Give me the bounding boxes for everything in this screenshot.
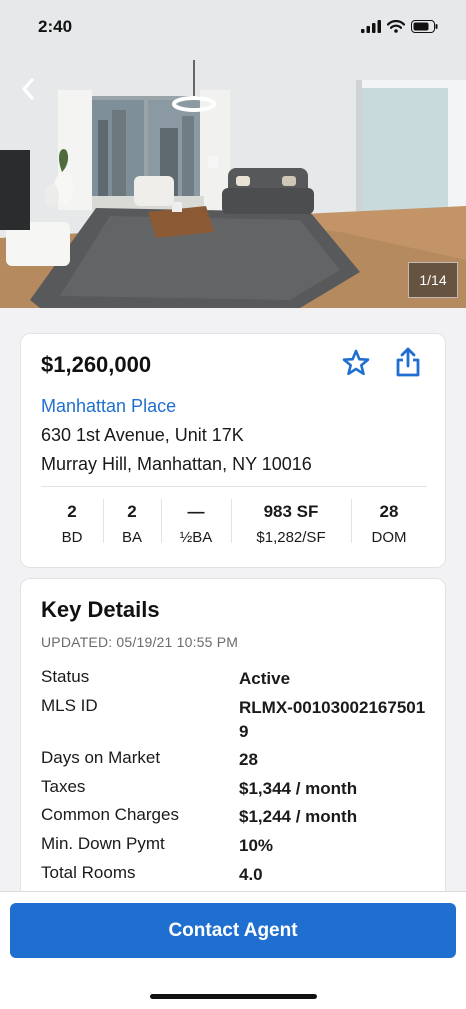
address-line-1: 630 1st Avenue, Unit 17K — [41, 425, 244, 445]
home-indicator[interactable] — [150, 994, 317, 999]
back-chevron-icon — [22, 78, 34, 100]
wifi-icon — [387, 20, 405, 33]
listing-price: $1,260,000 — [41, 352, 152, 377]
stat-half-baths: — ½BA — [161, 487, 231, 550]
detail-key: MLS ID — [41, 696, 98, 715]
stat-label: BD — [61, 529, 83, 546]
address-line-2: Murray Hill, Manhattan, NY 10016 — [41, 454, 312, 474]
building-name-link[interactable]: Manhattan Place — [41, 396, 176, 417]
updated-timestamp: UPDATED: 05/19/21 10:55 PM — [41, 634, 239, 650]
status-time: 2:40 — [38, 17, 73, 36]
back-button[interactable] — [14, 74, 44, 104]
share-button[interactable] — [393, 346, 423, 378]
stat-value: 983 SF — [263, 502, 319, 521]
star-outline-icon — [342, 349, 370, 376]
detail-value: 4.0 — [239, 865, 263, 884]
detail-value: RLMX-001030021675019 — [239, 698, 426, 741]
stat-square-feet: 983 SF $1,282/SF — [231, 487, 351, 550]
detail-value: 28 — [239, 750, 258, 769]
save-favorite-button[interactable] — [341, 348, 371, 378]
listing-photo[interactable]: 2:40 1/14 — [0, 0, 466, 308]
key-details-card: Key Details UPDATED: 05/19/21 10:55 PM S… — [20, 578, 446, 918]
status-icons — [361, 20, 438, 33]
detail-key: Days on Market — [41, 748, 161, 767]
detail-key: Taxes — [41, 777, 86, 796]
stat-value: 28 — [379, 502, 399, 521]
detail-key: Total Rooms — [41, 863, 136, 882]
detail-value: $1,244 / month — [239, 807, 358, 826]
photo-counter[interactable]: 1/14 — [408, 262, 458, 298]
stat-value: 2 — [67, 502, 77, 521]
stat-bathrooms: 2 BA — [103, 487, 161, 550]
stat-label: DOM — [371, 529, 407, 546]
detail-value: 10% — [239, 836, 274, 855]
status-bar: 2:40 — [0, 0, 466, 56]
stat-days-on-market: 28 DOM — [351, 487, 427, 550]
share-icon — [396, 347, 420, 377]
stat-value: — — [187, 502, 205, 521]
detail-key: Min. Down Pymt — [41, 834, 165, 853]
stat-label: $1,282/SF — [256, 529, 326, 546]
key-details-title: Key Details — [41, 597, 160, 622]
stat-bedrooms: 2 BD — [41, 487, 103, 550]
listing-stats: 2 BD 2 BA — ½BA 983 SF $1,282/SF 28 DOM — [41, 486, 427, 550]
detail-value: Active — [239, 669, 291, 688]
battery-icon — [411, 20, 438, 33]
stat-value: 2 — [127, 502, 137, 521]
stat-label: BA — [121, 529, 142, 546]
detail-key: Status — [41, 667, 90, 686]
stat-label: ½BA — [179, 529, 213, 546]
listing-summary-card: $1,260,000 Manhattan Place 630 1st Avenu… — [20, 333, 446, 568]
detail-key: Common Charges — [41, 805, 179, 824]
bottom-action-bar: Contact Agent — [0, 891, 466, 1009]
detail-value: $1,344 / month — [239, 779, 358, 798]
signal-icon — [361, 20, 381, 33]
contact-agent-button[interactable]: Contact Agent — [10, 903, 456, 958]
